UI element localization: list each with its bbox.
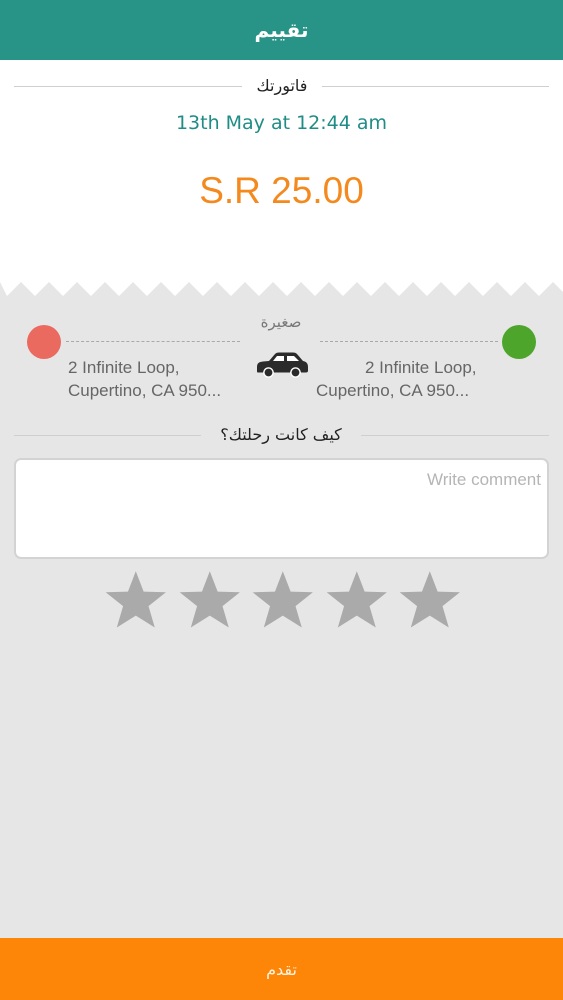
route-dash-left	[66, 341, 240, 342]
pickup-address: 2 Infinite Loop, Cupertino, CA 950...	[68, 356, 221, 402]
rating-star-3-icon[interactable]	[250, 569, 316, 635]
feedback-question: كيف كانت رحلتك؟	[220, 425, 342, 444]
end-location-dot	[502, 325, 536, 359]
receipt-zigzag-edge	[0, 280, 563, 296]
dropoff-address-line1: 2 Infinite Loop,	[365, 358, 477, 377]
pickup-address-line2: Cupertino, CA 950...	[68, 381, 222, 400]
feedback-divider-right	[361, 435, 549, 436]
invoice-divider-left	[14, 86, 242, 87]
dropoff-address: 2 Infinite Loop, Cupertino, CA 950...	[316, 356, 477, 402]
trip-date: 13th May at 12:44 am	[175, 112, 388, 134]
invoice-title: فاتورتك	[256, 76, 308, 95]
rating-star-5-icon[interactable]	[397, 569, 463, 635]
comment-placeholder: Write comment	[427, 470, 541, 489]
dropoff-address-line2: Cupertino, CA 950...	[316, 381, 470, 400]
page-title: تقييم	[254, 18, 309, 42]
car-type-label: صغيرة	[260, 313, 302, 331]
feedback-divider-left	[14, 435, 201, 436]
submit-button[interactable]: تقدم	[0, 938, 563, 1000]
app-header: تقييم	[0, 0, 563, 60]
trip-amount: S.R 25.00	[199, 170, 364, 211]
submit-button-label: تقدم	[266, 959, 297, 979]
pickup-address-line1: 2 Infinite Loop,	[68, 358, 180, 377]
car-icon	[257, 352, 308, 378]
invoice-divider-right	[322, 86, 549, 87]
rating-star-1-icon[interactable]	[103, 569, 169, 635]
comment-input[interactable]: Write comment	[14, 458, 549, 559]
route-dash-right	[320, 341, 498, 342]
rating-star-2-icon[interactable]	[177, 569, 243, 635]
start-location-dot	[27, 325, 61, 359]
rating-star-4-icon[interactable]	[324, 569, 390, 635]
star-rating[interactable]	[103, 569, 463, 635]
